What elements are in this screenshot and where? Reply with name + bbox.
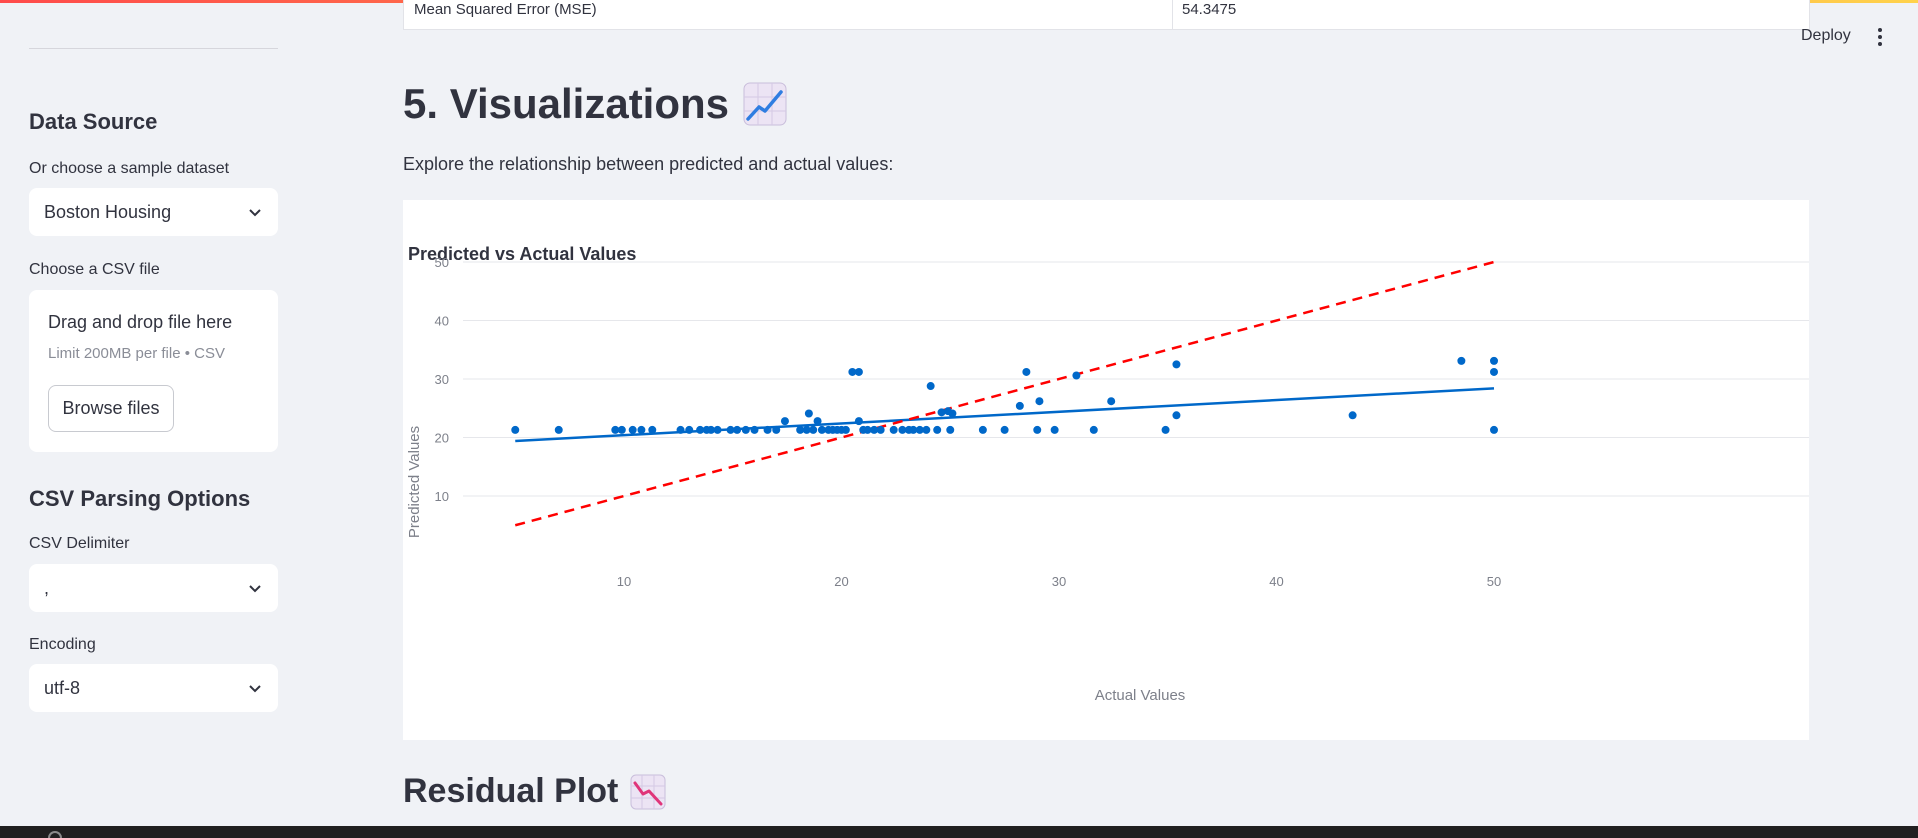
data-point [1089,425,1098,434]
chart-decreasing-icon [630,774,666,809]
sample-dataset-value: Boston Housing [44,201,172,222]
section-title: 5. Visualizations [403,80,787,128]
metrics-table: Mean Squared Error (MSE) 54.3475 [403,0,1810,30]
data-point [1107,397,1116,406]
data-point [1072,371,1081,380]
data-point [804,409,813,418]
sidebar: Data Source Or choose a sample dataset B… [0,0,300,826]
y-tick-label: 10 [435,489,449,504]
data-point [813,417,822,426]
data-point [876,425,885,434]
data-point [685,425,694,434]
data-point [922,425,931,434]
data-point [741,425,750,434]
chart-card[interactable]: Predicted vs Actual Values 10 20 30 40 50 10 2… [403,200,1809,740]
data-point [780,417,789,426]
x-tick-label: 10 [617,574,631,589]
y-tick-label: 40 [435,314,449,329]
y-tick-label: 30 [435,372,449,387]
data-point [854,367,863,376]
data-point [648,425,657,434]
file-dropzone[interactable]: Drag and drop file here Limit 200MB per … [29,290,278,452]
main-menu-icon[interactable] [1876,27,1884,47]
dropzone-limit: Limit 200MB per file • CSV [48,345,225,362]
data-point [1490,425,1498,434]
chevron-down-icon [249,685,261,693]
data-point [854,417,863,426]
x-tick-label: 40 [1269,574,1283,589]
data-point [713,425,722,434]
x-tick-label: 30 [1052,574,1066,589]
chevron-down-icon [249,585,261,593]
x-tick-label: 50 [1487,574,1501,589]
data-point [1050,425,1059,434]
data-point [889,425,898,434]
section-title-text: 5. Visualizations [403,80,730,127]
data-point [1490,356,1498,365]
browse-files-button[interactable]: Browse files [48,385,174,432]
data-point [750,425,759,434]
reference-line [514,260,1495,527]
data-point [1161,425,1170,434]
data-point [1348,411,1357,420]
data-point [978,425,987,434]
data-point [809,425,818,434]
encoding-value: utf-8 [44,677,81,698]
x-axis-label: Actual Values [1095,687,1186,704]
cell-divider [1172,0,1173,30]
data-point [1015,401,1024,410]
data-point [511,425,520,434]
data-point [926,382,935,391]
data-point [1172,360,1181,369]
data-point [637,425,646,434]
csv-options-heading: CSV Parsing Options [29,486,251,511]
sample-dataset-select[interactable]: Boston Housing [29,188,278,236]
data-source-heading: Data Source [29,109,158,134]
data-point [733,425,742,434]
data-point [1035,397,1044,406]
data-point [676,425,685,434]
data-point [1033,425,1042,434]
delimiter-label: CSV Delimiter [29,535,130,552]
data-point [628,425,637,434]
sidebar-divider [29,48,278,49]
y-tick-label: 50 [435,255,449,270]
residual-plot-title: Residual Plot [403,772,619,810]
data-point [617,425,626,434]
chevron-down-icon [249,209,261,217]
sample-dataset-label: Or choose a sample dataset [29,160,230,177]
encoding-label: Encoding [29,636,96,653]
chart-increasing-icon [743,82,787,126]
data-point [946,425,955,434]
metric-name-cell: Mean Squared Error (MSE) [414,1,597,18]
data-point [772,425,781,434]
data-point [554,425,563,434]
data-point [763,425,772,434]
data-point [1490,367,1498,376]
residual-plot-heading: Residual Plot [403,772,666,811]
data-point [1172,411,1181,420]
taskbar [0,826,1918,838]
data-point [1457,356,1466,365]
delimiter-value: , [44,577,50,598]
data-point [841,425,850,434]
scatter-chart[interactable]: Predicted vs Actual Values 102030405010 2… [403,200,1809,740]
x-tick-label: 20 [834,574,848,589]
deploy-button[interactable]: Deploy [1801,27,1851,45]
data-point [1022,367,1031,376]
dropzone-title: Drag and drop file here [48,312,233,332]
section-description: Explore the relationship between predict… [403,154,894,174]
data-point [1000,425,1009,434]
y-axis-label: Predicted Values [406,426,423,538]
data-point [948,409,957,418]
y-tick-label: 20 [435,431,449,446]
metric-value-cell: 54.3475 [1182,1,1237,18]
csv-file-label: Choose a CSV file [29,261,160,278]
data-point [933,425,942,434]
taskbar-icon[interactable] [48,831,62,838]
delimiter-select[interactable]: , [29,564,278,612]
encoding-select[interactable]: utf-8 [29,664,278,712]
